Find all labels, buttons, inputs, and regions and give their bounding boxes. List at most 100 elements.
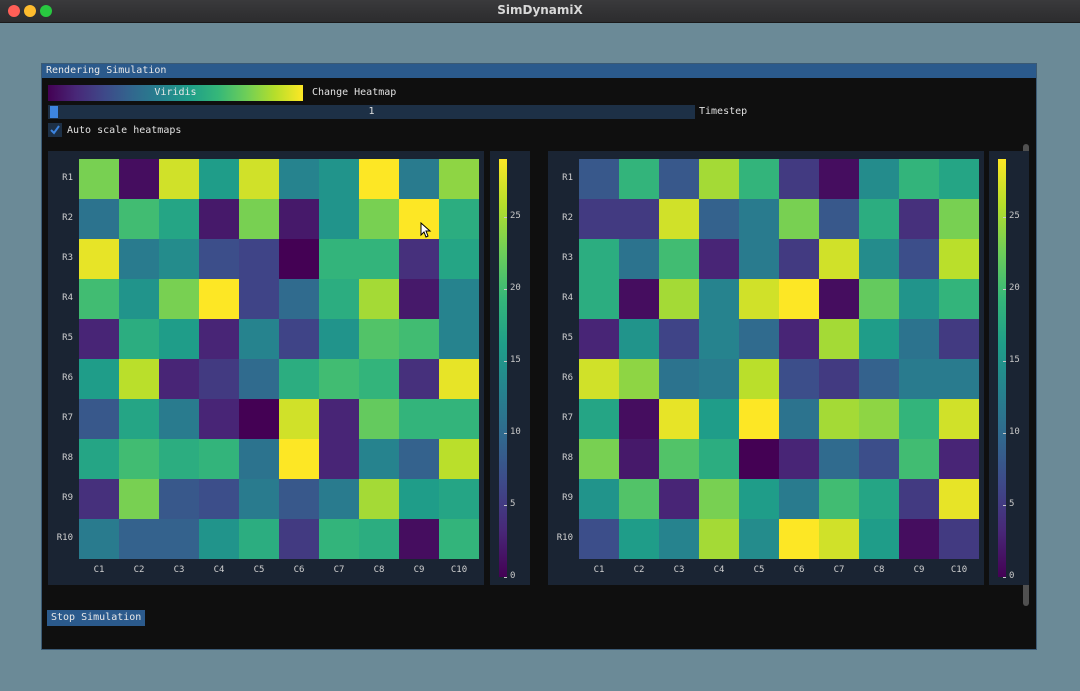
row-label: R4: [62, 293, 73, 303]
heatmap-cell: [939, 279, 979, 319]
heatmap-cell: [859, 519, 899, 559]
heatmap-cell: [239, 439, 279, 479]
colormap-button[interactable]: Viridis: [48, 85, 303, 101]
heatmap-cell: [739, 279, 779, 319]
colorbar-tick-mark: [1003, 288, 1006, 290]
heatmap-cell: [779, 199, 819, 239]
heatmap-cell: [319, 399, 359, 439]
heatmap-cell: [659, 479, 699, 519]
heatmap-cell: [819, 239, 859, 279]
heatmap-cell: [439, 359, 479, 399]
heatmap-cell: [159, 319, 199, 359]
heatmap-cell: [119, 239, 159, 279]
heatmap-cell: [439, 439, 479, 479]
heatmap-cell: [899, 159, 939, 199]
heatmap-cell: [739, 399, 779, 439]
column-label: C5: [753, 565, 765, 575]
heatmap-cell: [279, 359, 319, 399]
heatmap-cell: [439, 519, 479, 559]
heatmap-cell: [739, 199, 779, 239]
heatmap-cell: [739, 479, 779, 519]
heatmap-cell: [619, 319, 659, 359]
row-label: R3: [62, 253, 73, 263]
colorbar-2: 0 5 10 15 20 25: [989, 151, 1029, 585]
rendering-simulation-window: Rendering Simulation Viridis Change Heat…: [41, 63, 1037, 650]
heatmap-cell: [119, 519, 159, 559]
heatmap-2[interactable]: R1 R2 R3 R4 R5 R6 R7 R8 R9 R10 C1 C2 C3 C4 C5 C6 C7 C8 C9 C…: [548, 151, 984, 585]
colorbar-tick-mark: [504, 577, 507, 578]
heatmap-cell: [359, 319, 399, 359]
heatmap-cell: [359, 479, 399, 519]
heatmap-cell: [859, 319, 899, 359]
heatmap-cell: [779, 279, 819, 319]
heatmap-cell: [319, 159, 359, 199]
heatmap-cell: [819, 319, 859, 359]
heatmap-cell: [659, 439, 699, 479]
heatmap-cell: [79, 479, 119, 519]
heatmap-cell: [619, 519, 659, 559]
column-label: C3: [673, 565, 685, 575]
heatmap-cell: [159, 199, 199, 239]
panel-titlebar[interactable]: Rendering Simulation: [42, 64, 1036, 78]
heatmap-cell: [899, 479, 939, 519]
heatmap-cell: [739, 159, 779, 199]
heatmap-cell: [199, 319, 239, 359]
heatmap-cell: [119, 159, 159, 199]
heatmap-cell: [939, 159, 979, 199]
heatmap-cell: [279, 479, 319, 519]
heatmap-cell: [579, 319, 619, 359]
heatmap-cell: [199, 239, 239, 279]
heatmap-cell: [279, 279, 319, 319]
heatmap-cell: [859, 279, 899, 319]
heatmap-cell: [359, 239, 399, 279]
heatmap-cell: [579, 359, 619, 399]
colorbar-gradient: [998, 159, 1006, 577]
auto-scale-checkbox[interactable]: [48, 123, 62, 137]
row-label: R1: [562, 173, 573, 183]
timestep-label: Timestep: [699, 106, 748, 117]
colorbar-gradient: [499, 159, 507, 577]
heatmap-cell: [779, 399, 819, 439]
heatmap-cell: [899, 519, 939, 559]
heatmap-cell: [279, 319, 319, 359]
heatmap-cell: [279, 439, 319, 479]
heatmap-cell: [859, 479, 899, 519]
colorbar-1: 0 5 10 15 20 25: [490, 151, 530, 585]
timestep-slider[interactable]: 1: [48, 105, 695, 119]
heatmap-cell: [859, 199, 899, 239]
colorbar-tick-label: 10: [1009, 426, 1020, 437]
heatmap-cell: [579, 479, 619, 519]
colorbar-tick-mark: [1003, 216, 1006, 218]
heatmap-1[interactable]: R1 R2 R3 R4 R5 R6 R7 R8 R9 R10 C1 C2 C3 C4 C5 C6 C7 C8 C9 C…: [48, 151, 484, 585]
heatmap-cell: [239, 399, 279, 439]
heatmap-cell: [359, 519, 399, 559]
heatmap-cell: [159, 519, 199, 559]
colorbar-tick-mark: [1003, 432, 1006, 434]
heatmap-cell: [79, 199, 119, 239]
colorbar-tick-mark: [1003, 360, 1006, 362]
column-label: C3: [173, 565, 185, 575]
row-label: R1: [62, 173, 73, 183]
heatmap-cell: [399, 159, 439, 199]
heatmap-cell: [699, 519, 739, 559]
colorbar-tick-label: 5: [510, 498, 516, 509]
row-label: R5: [562, 333, 573, 343]
colorbar-tick-label: 25: [1009, 210, 1020, 221]
row-label: R5: [62, 333, 73, 343]
heatmap-cell: [319, 359, 359, 399]
heatmap-cell: [359, 359, 399, 399]
stop-simulation-button[interactable]: Stop Simulation: [47, 610, 146, 626]
colorbar-tick-mark: [1003, 577, 1006, 578]
heatmap-cell: [939, 479, 979, 519]
heatmap-cell: [319, 319, 359, 359]
heatmap-cell: [119, 199, 159, 239]
heatmap-cell: [239, 239, 279, 279]
heatmap-cell: [659, 319, 699, 359]
heatmap-cell: [239, 479, 279, 519]
heatmap-cell: [79, 239, 119, 279]
column-label: C1: [593, 565, 605, 575]
heatmap-cell: [899, 399, 939, 439]
heatmap-cell: [199, 519, 239, 559]
heatmap-cell: [619, 159, 659, 199]
row-label: R10: [556, 533, 573, 543]
